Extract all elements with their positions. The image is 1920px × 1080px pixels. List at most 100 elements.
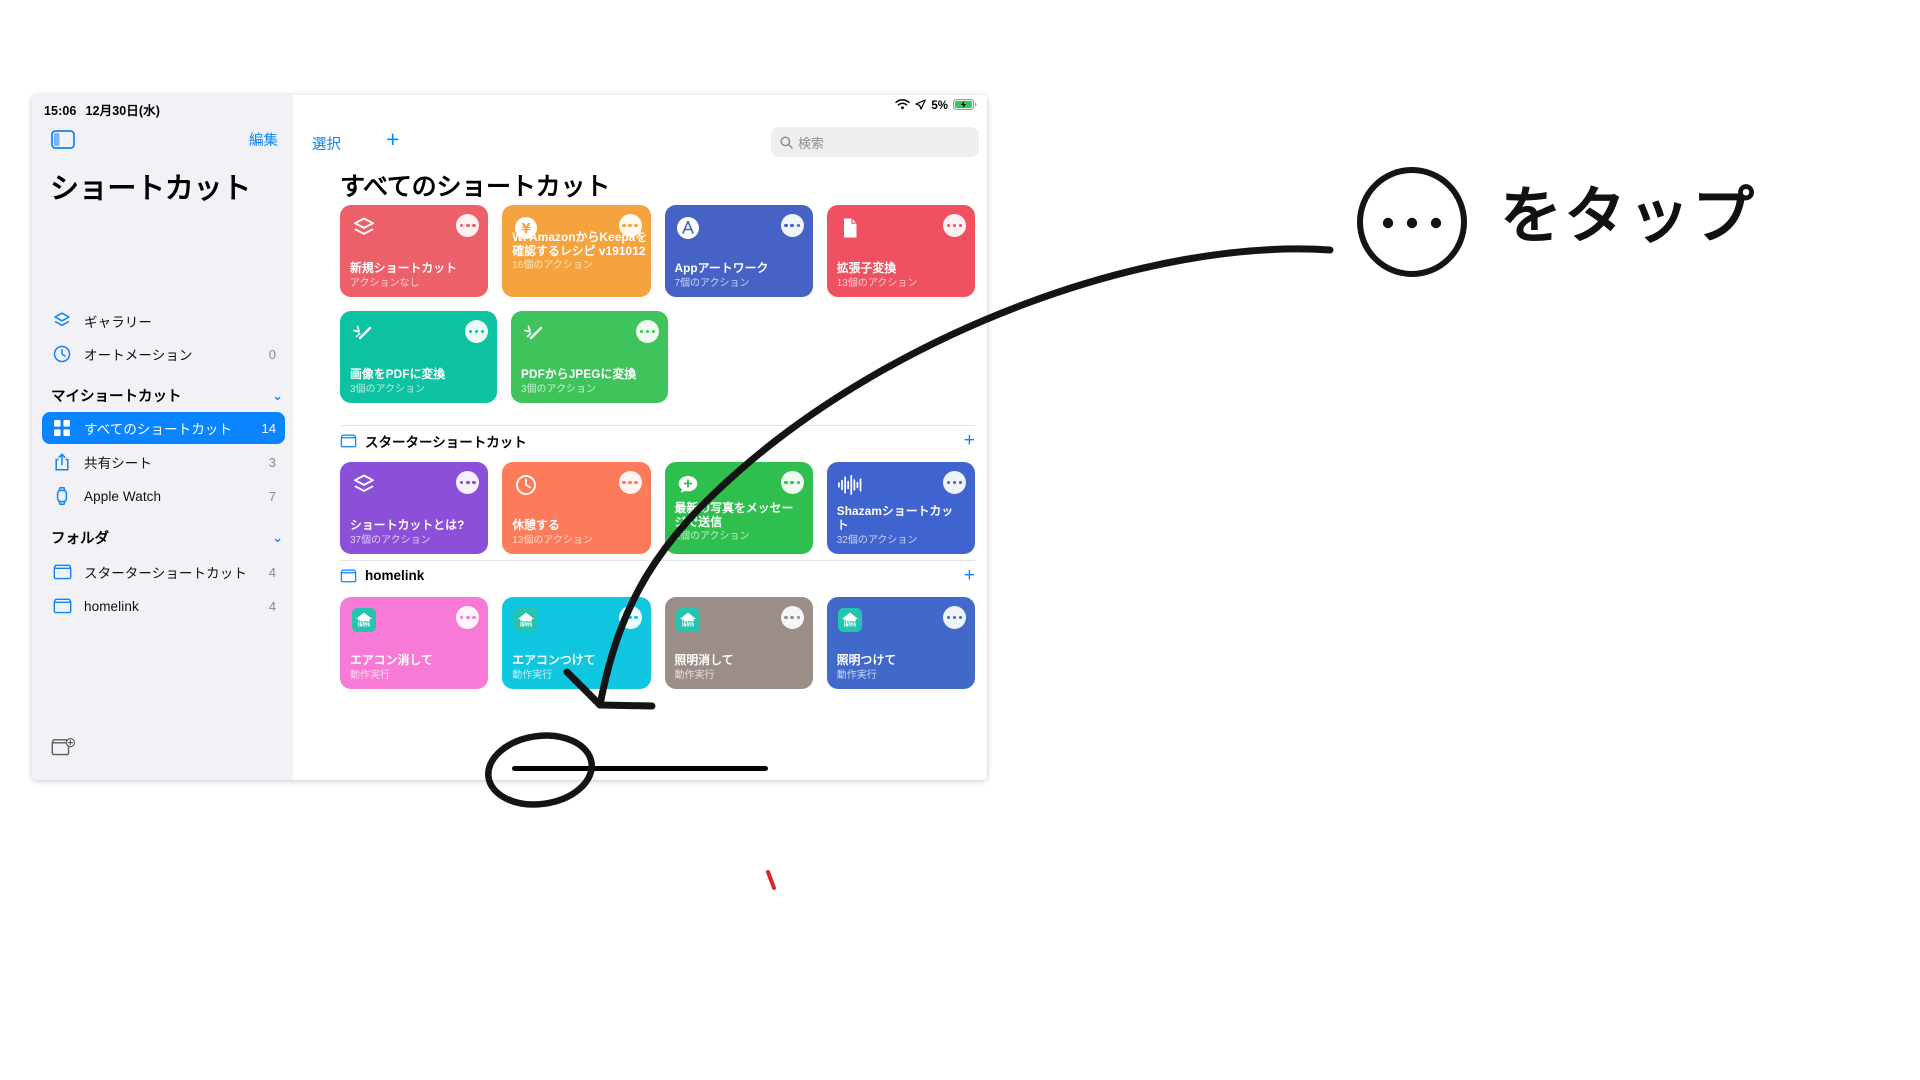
- grid-squares-icon: [51, 417, 73, 439]
- card-menu-button[interactable]: [780, 471, 804, 494]
- card-title: W. AmazonからKeepaを確認するレシピ v191012: [512, 230, 648, 258]
- shortcut-card[interactable]: ショートカットとは? 37個のアクション: [340, 462, 489, 554]
- card-menu-button[interactable]: [456, 214, 480, 237]
- card-menu-button[interactable]: [780, 606, 804, 629]
- folder-icon: [51, 561, 73, 583]
- folder-icon: [340, 434, 357, 448]
- sparkle-wand-icon: [521, 320, 548, 347]
- card-menu-button[interactable]: [456, 471, 480, 494]
- message-plus-icon: [675, 471, 702, 498]
- folder-section-header-homelink[interactable]: homelink +: [340, 560, 975, 590]
- sidebar-item-apple-watch[interactable]: Apple Watch 7: [42, 480, 285, 512]
- homelink-app-icon: Home Link: [675, 606, 702, 633]
- shortcut-card[interactable]: Home Link エアコン消して 動作実行: [340, 597, 489, 689]
- ipad-window: 15:06 12月30日(水) 編集 ショートカット ギャラリー オートメーショ…: [32, 95, 987, 780]
- plus-icon[interactable]: +: [964, 431, 975, 450]
- shortcut-card[interactable]: Home Link エアコンつけて 動作実行: [502, 597, 651, 689]
- card-title: 拡張子変換: [836, 260, 897, 275]
- battery-percent-label: 5%: [931, 100, 948, 112]
- card-subtitle: 3個のアクション: [350, 383, 426, 395]
- edit-button[interactable]: 編集: [249, 129, 278, 150]
- card-menu-button[interactable]: [618, 606, 642, 629]
- shortcut-card[interactable]: 新規ショートカット アクションなし: [340, 205, 489, 297]
- sidebar-item-count: 7: [268, 488, 276, 504]
- card-menu-button[interactable]: [636, 320, 659, 343]
- card-menu-button[interactable]: [780, 214, 804, 237]
- homelink-app-icon: Home Link: [837, 606, 864, 633]
- waveform-icon: [837, 471, 864, 498]
- folder-section-header-starter[interactable]: スターターショートカット +: [340, 425, 975, 455]
- shortcut-card[interactable]: 拡張子変換 13個のアクション: [826, 205, 975, 297]
- shortcut-card[interactable]: Home Link 照明つけて 動作実行: [826, 597, 975, 689]
- card-subtitle: 7個のアクション: [674, 277, 750, 289]
- section-header-label: フォルダ: [51, 531, 109, 547]
- shortcut-card[interactable]: PDFからJPEGに変換 3個のアクション: [511, 311, 668, 403]
- app-store-icon: [675, 214, 702, 241]
- card-subtitle: 3個のアクション: [521, 383, 597, 395]
- folder-icon: [51, 595, 73, 617]
- card-menu-button[interactable]: [618, 471, 642, 494]
- card-subtitle: 13個のアクション: [512, 534, 593, 546]
- card-subtitle: 37個のアクション: [350, 534, 431, 546]
- svg-text:Link: Link: [845, 623, 855, 629]
- sidebar-toggle-icon[interactable]: [51, 130, 75, 149]
- shortcut-grid-row: Home Link エアコン消して 動作実行 Home Link エアコンつけて…: [340, 597, 975, 689]
- shortcut-card[interactable]: Appアートワーク 7個のアクション: [664, 205, 813, 297]
- wifi-icon: [895, 99, 911, 113]
- shortcut-card[interactable]: ¥ W. AmazonからKeepaを確認するレシピ v191012 16個のア…: [502, 205, 651, 297]
- chevron-down-icon[interactable]: ⌄: [272, 388, 283, 404]
- card-menu-button[interactable]: [456, 606, 480, 629]
- section-header-folders[interactable]: フォルダ ⌄: [51, 527, 283, 548]
- card-title: エアコン消して: [350, 652, 433, 667]
- shortcut-grid-row: 画像をPDFに変換 3個のアクション PDFからJPEGに変換 3個のアクション: [340, 311, 975, 403]
- page-title: ショートカット: [50, 173, 251, 205]
- card-title: 照明消して: [674, 652, 734, 667]
- card-menu-button[interactable]: [943, 471, 966, 494]
- card-menu-button[interactable]: [465, 320, 488, 343]
- sidebar-item-gallery[interactable]: ギャラリー: [42, 305, 285, 337]
- shortcut-card[interactable]: Shazamショートカット 32個のアクション: [826, 462, 975, 554]
- sidebar-item-share-sheet[interactable]: 共有シート 3: [42, 446, 285, 478]
- status-date: 12月30日(水): [85, 104, 161, 118]
- select-button[interactable]: 選択: [312, 133, 341, 154]
- card-menu-button[interactable]: [943, 214, 966, 237]
- sidebar-item-homelink[interactable]: homelink 4: [42, 590, 285, 622]
- gallery-stack-icon: [51, 310, 73, 332]
- sidebar-item-count: 0: [268, 346, 276, 362]
- apple-watch-icon: [51, 485, 73, 507]
- sidebar-item-all-shortcuts[interactable]: すべてのショートカット 14: [42, 412, 285, 444]
- clock-icon: [512, 471, 539, 498]
- stack-layers-icon: [350, 214, 377, 241]
- sidebar-item-automation[interactable]: オートメーション 0: [42, 338, 285, 370]
- plus-icon[interactable]: +: [964, 566, 975, 585]
- svg-text:Link: Link: [521, 623, 531, 629]
- card-title: Shazamショートカット: [836, 504, 954, 532]
- home-indicator: [512, 766, 768, 771]
- shortcut-card[interactable]: 最新の写真をメッセージで送信 2個のアクション: [664, 462, 813, 554]
- chevron-down-icon[interactable]: ⌄: [272, 530, 283, 546]
- folder-name: homelink: [365, 568, 425, 583]
- card-subtitle: 32個のアクション: [836, 534, 918, 546]
- sidebar-item-label: homelink: [84, 598, 139, 614]
- card-subtitle: 動作実行: [836, 669, 877, 681]
- search-input[interactable]: 検索: [771, 127, 979, 157]
- sidebar-toolbar: 編集: [32, 127, 293, 161]
- sidebar-item-count: 4: [268, 598, 276, 614]
- battery-charging-icon: [953, 99, 977, 113]
- annotation-text: をタップ: [1500, 179, 1757, 252]
- sidebar-item-starter-shortcuts[interactable]: スターターショートカット 4: [42, 556, 285, 588]
- shortcut-grid-row: 新規ショートカット アクションなし ¥ W. AmazonからKeepaを確認す…: [340, 205, 975, 297]
- sparkle-wand-icon: [350, 320, 377, 347]
- homelink-app-icon: Home Link: [350, 606, 377, 633]
- sidebar-item-label: オートメーション: [84, 348, 193, 363]
- shortcut-card[interactable]: Home Link 照明消して 動作実行: [664, 597, 813, 689]
- section-header-my-shortcuts[interactable]: マイショートカット ⌄: [51, 385, 283, 406]
- card-menu-button[interactable]: [943, 606, 966, 629]
- main-panel: 5% 選択 + 検索 すべてのショートカット 新規ショートカット アクションなし…: [293, 95, 987, 780]
- plus-icon[interactable]: +: [386, 128, 399, 151]
- new-folder-icon[interactable]: [51, 737, 75, 758]
- shortcut-card[interactable]: 画像をPDFに変換 3個のアクション: [340, 311, 497, 403]
- card-title: ショートカットとは?: [350, 517, 465, 532]
- shortcut-card[interactable]: 休憩する 13個のアクション: [502, 462, 651, 554]
- card-subtitle: 13個のアクション: [836, 277, 918, 289]
